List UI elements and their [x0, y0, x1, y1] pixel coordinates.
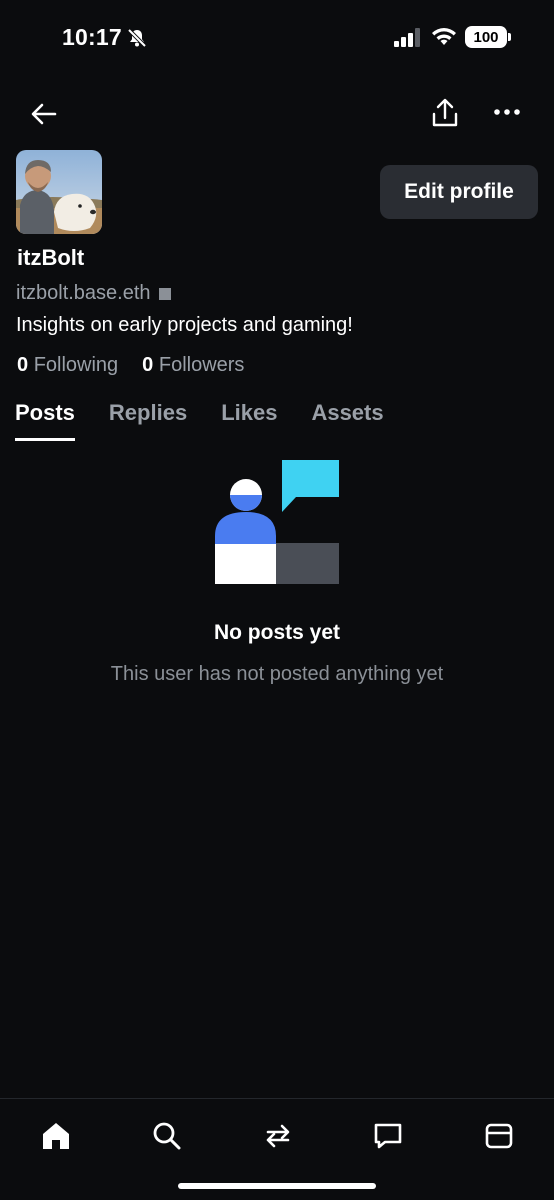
more-icon[interactable]	[493, 104, 521, 120]
profile-tabs: Posts Replies Likes Assets	[15, 400, 418, 441]
verified-square-icon	[158, 287, 171, 300]
home-icon[interactable]	[40, 1120, 72, 1152]
bell-muted-icon	[127, 28, 147, 48]
search-icon[interactable]	[151, 1120, 183, 1152]
profile-handle: itzbolt.base.eth	[16, 282, 171, 305]
bottom-divider	[0, 1098, 554, 1099]
empty-state-illustration	[215, 460, 339, 584]
avatar[interactable]	[16, 150, 102, 234]
home-indicator	[178, 1183, 376, 1189]
battery-indicator: 100	[465, 26, 511, 48]
tab-posts[interactable]: Posts	[15, 400, 75, 441]
empty-state-subtitle: This user has not posted anything yet	[110, 663, 444, 685]
swap-icon[interactable]	[262, 1120, 294, 1152]
following-count: 0	[17, 354, 29, 376]
edit-profile-button[interactable]: Edit profile	[380, 165, 538, 219]
tab-replies[interactable]: Replies	[109, 400, 187, 441]
profile-username: itzBolt	[17, 245, 85, 270]
cell-signal-icon	[394, 28, 420, 47]
status-time: 10:17	[62, 24, 122, 50]
tab-assets[interactable]: Assets	[311, 400, 383, 441]
empty-state-title: No posts yet	[213, 621, 341, 644]
following-label: Following	[33, 354, 119, 376]
follow-stats: 0 Following 0 Followers	[17, 354, 244, 377]
messages-icon[interactable]	[372, 1120, 404, 1152]
share-icon[interactable]	[431, 98, 459, 128]
profile-bio: Insights on early projects and gaming!	[16, 314, 353, 336]
wifi-icon	[432, 28, 456, 45]
profile-handle-text: itzbolt.base.eth	[16, 282, 151, 304]
following-link[interactable]: 0 Following	[17, 354, 118, 377]
followers-label: Followers	[158, 354, 245, 376]
back-arrow-icon[interactable]	[30, 100, 58, 128]
wallet-icon[interactable]	[483, 1120, 515, 1152]
followers-link[interactable]: 0 Followers	[142, 354, 244, 377]
followers-count: 0	[142, 354, 154, 376]
tab-likes[interactable]: Likes	[221, 400, 277, 441]
